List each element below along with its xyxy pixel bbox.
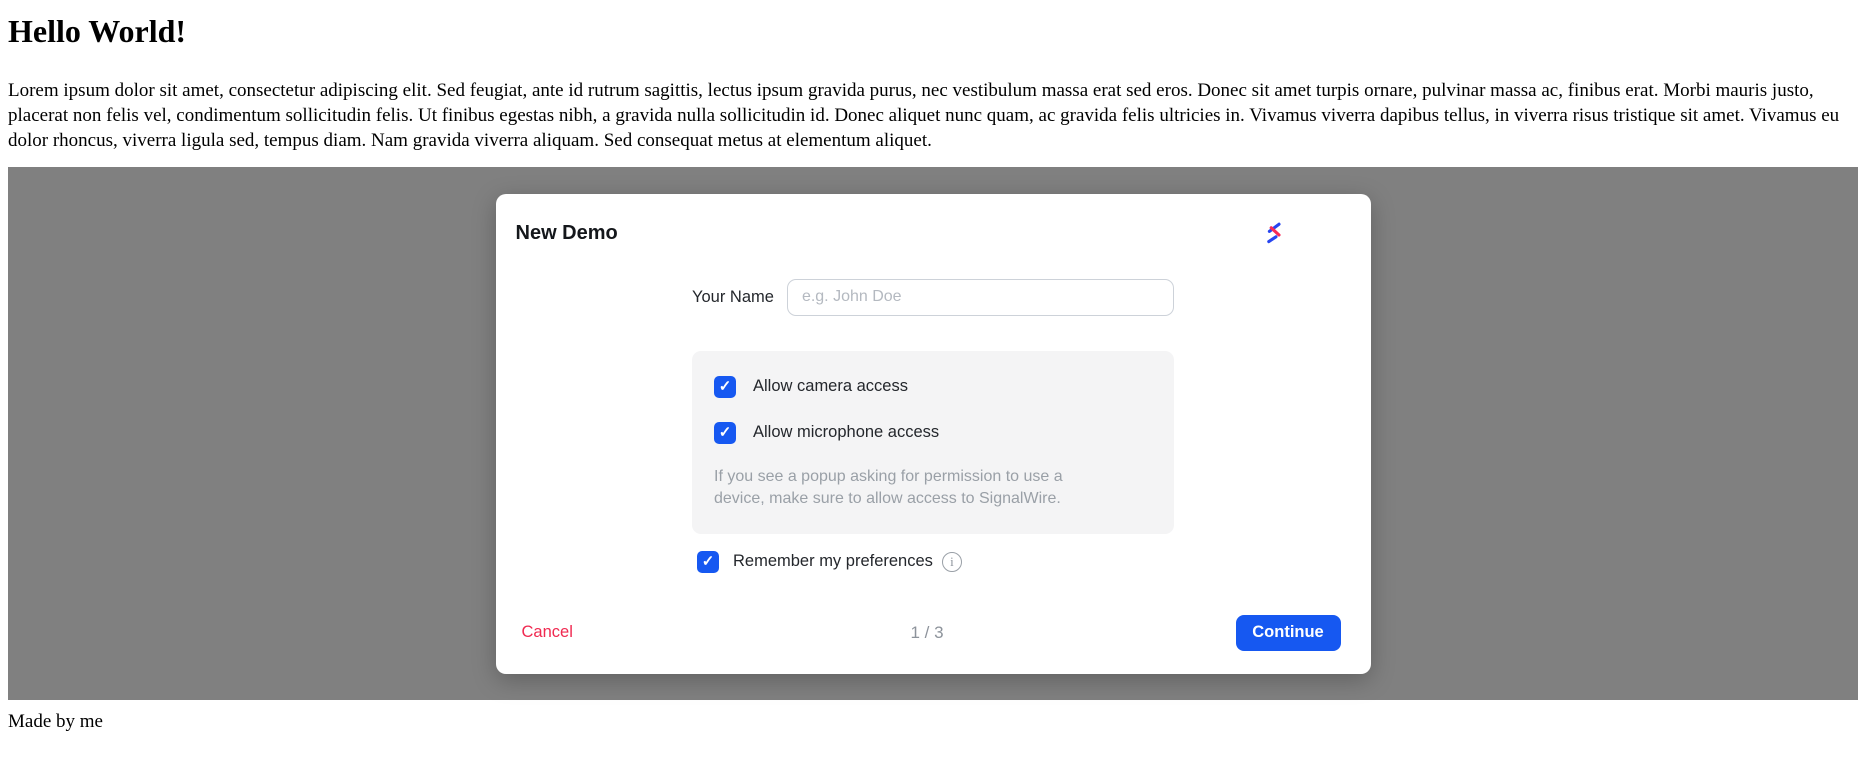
camera-checkbox-checked-icon[interactable]: [714, 376, 736, 398]
remember-preferences-row[interactable]: Remember my preferences: [697, 551, 1174, 573]
remember-checkbox-checked-icon[interactable]: [697, 551, 719, 573]
name-field-label: Your Name: [692, 288, 774, 307]
remember-checkbox-label: Remember my preferences: [733, 552, 933, 571]
page-title: Hello World!: [8, 0, 1858, 50]
modal-overlay: New Demo Your Name Allow camera access: [8, 167, 1858, 700]
camera-checkbox-label: Allow camera access: [753, 377, 908, 396]
permissions-hint-text: If you see a popup asking for permission…: [714, 466, 1074, 510]
intro-paragraph: Lorem ipsum dolor sit amet, consectetur …: [8, 78, 1858, 153]
step-indicator: 1 / 3: [910, 623, 943, 643]
cancel-button[interactable]: Cancel: [514, 619, 581, 646]
dialog-header: New Demo: [496, 194, 1371, 246]
new-demo-dialog: New Demo Your Name Allow camera access: [496, 194, 1371, 674]
info-icon[interactable]: [942, 552, 962, 572]
camera-access-row[interactable]: Allow camera access: [714, 376, 1152, 398]
microphone-access-row[interactable]: Allow microphone access: [714, 422, 1152, 444]
microphone-checkbox-checked-icon[interactable]: [714, 422, 736, 444]
made-by-text: Made by me: [8, 700, 1858, 733]
dialog-title: New Demo: [516, 220, 618, 246]
continue-button[interactable]: Continue: [1236, 615, 1341, 651]
name-field-row: Your Name: [692, 279, 1174, 316]
signalwire-logo-icon: [1261, 220, 1285, 244]
dialog-footer: Cancel 1 / 3 Continue: [496, 615, 1371, 674]
name-input[interactable]: [787, 279, 1174, 316]
permissions-panel: Allow camera access Allow microphone acc…: [692, 351, 1174, 534]
microphone-checkbox-label: Allow microphone access: [753, 423, 939, 442]
dialog-form: Your Name Allow camera access Allow micr…: [692, 279, 1174, 573]
